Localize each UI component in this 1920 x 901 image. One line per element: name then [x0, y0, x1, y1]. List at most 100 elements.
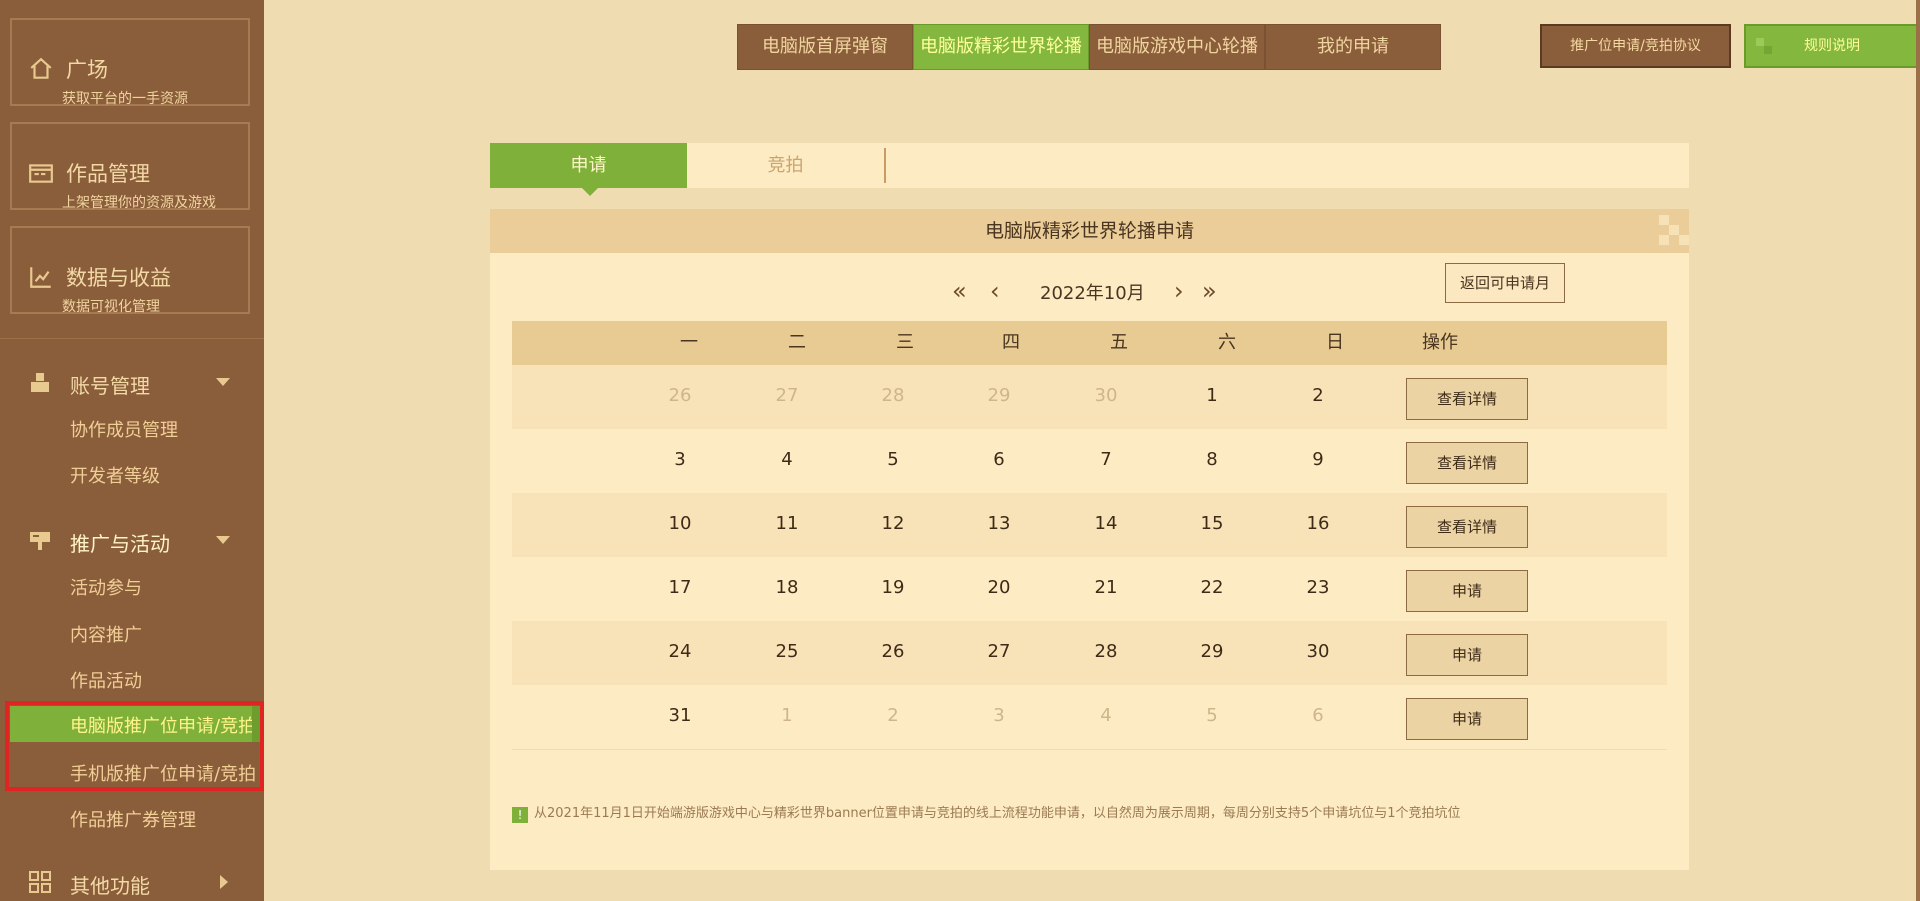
tab-my-applications[interactable]: 我的申请	[1265, 24, 1441, 70]
prev-month-icon[interactable]: ‹	[990, 277, 1000, 305]
tab-apply[interactable]: 申请	[490, 143, 687, 196]
sidebar-item-content-promo[interactable]: 内容推广	[70, 621, 142, 647]
back-to-available-month-button[interactable]: 返回可申请月	[1445, 263, 1565, 303]
panel-title: 电脑版精彩世界轮播申请	[490, 209, 1689, 253]
day-cell: 12	[881, 513, 905, 534]
day-cell: 30	[1094, 385, 1118, 406]
col-header: 日	[1326, 332, 1344, 353]
sidebar-item-pc-promo-slot[interactable]: 电脑版推广位申请/竞拍	[10, 706, 264, 742]
sidebar-item-collaborators[interactable]: 协作成员管理	[70, 416, 178, 442]
day-cell: 2	[887, 705, 899, 726]
chevron-down-icon	[216, 378, 230, 386]
day-cell: 19	[881, 577, 905, 598]
grid-icon	[29, 871, 51, 893]
day-cell: 16	[1306, 513, 1330, 534]
notice-text: 从2021年11月1日开始端游版游戏中心与精彩世界banner位置申请与竞拍的线…	[534, 806, 1461, 821]
day-cell: 28	[881, 385, 905, 406]
sidebar-card-square[interactable]: 广场 获取平台的一手资源	[10, 18, 250, 107]
sidebar-item-promo-coupons[interactable]: 作品推广券管理	[70, 806, 196, 832]
card-title: 广场	[66, 58, 108, 82]
sidebar-card-data[interactable]: 数据与收益 数据可视化管理	[10, 226, 250, 315]
notice-icon: !	[512, 807, 528, 823]
sidebar-group-account[interactable]: 账号管理	[0, 366, 264, 400]
row-action-button[interactable]: 申请	[1406, 698, 1528, 740]
last-page-icon[interactable]: »	[1202, 277, 1217, 305]
row-action-button[interactable]: 查看详情	[1406, 378, 1528, 420]
col-header: 操作	[1422, 332, 1458, 353]
tab-pc-splash[interactable]: 电脑版首屏弹窗	[737, 24, 913, 70]
agreement-button[interactable]: 推广位申请/竞拍协议	[1540, 24, 1731, 68]
day-cell: 25	[775, 641, 799, 662]
card-subtitle: 数据可视化管理	[62, 299, 160, 315]
day-cell: 3	[993, 705, 1005, 726]
day-cell: 22	[1200, 577, 1224, 598]
chevron-down-icon	[216, 536, 230, 544]
tab-pc-game-center-carousel[interactable]: 电脑版游戏中心轮播	[1089, 24, 1265, 70]
row-action-button[interactable]: 申请	[1406, 570, 1528, 612]
first-page-icon[interactable]: «	[952, 277, 967, 305]
day-cell: 3	[674, 449, 686, 470]
scrollbar-edge[interactable]	[1916, 0, 1920, 901]
group-label: 账号管理	[70, 374, 150, 398]
day-cell: 21	[1094, 577, 1118, 598]
day-cell: 20	[987, 577, 1011, 598]
sidebar-item-developer-level[interactable]: 开发者等级	[70, 462, 160, 488]
card-title: 作品管理	[66, 162, 150, 186]
sidebar-item-mobile-promo-slot[interactable]: 手机版推广位申请/竞拍	[70, 760, 256, 786]
day-cell: 7	[1100, 449, 1112, 470]
day-cell: 17	[668, 577, 692, 598]
tab-pc-world-carousel[interactable]: 电脑版精彩世界轮播	[913, 24, 1089, 70]
day-cell: 2	[1312, 385, 1324, 406]
rules-button[interactable]: 规则说明	[1744, 24, 1920, 68]
sidebar-group-promo[interactable]: 推广与活动	[0, 524, 264, 558]
day-cell: 26	[881, 641, 905, 662]
day-cell: 27	[987, 641, 1011, 662]
day-cell: 9	[1312, 449, 1324, 470]
col-header: 二	[788, 332, 806, 353]
sidebar-item-activity[interactable]: 活动参与	[70, 574, 142, 600]
table-row: 26 27 28 29 30 1 2 查看详情	[512, 365, 1667, 430]
tab-separator	[884, 148, 886, 183]
row-action-button[interactable]: 申请	[1406, 634, 1528, 676]
day-cell: 5	[1206, 705, 1218, 726]
current-month: 2022年10月	[1040, 283, 1145, 304]
day-cell: 6	[1312, 705, 1324, 726]
notice: ! 从2021年11月1日开始端游版游戏中心与精彩世界banner位置申请与竞拍的…	[512, 802, 1460, 823]
tab-label: 申请	[570, 155, 607, 176]
table-row: 31 1 2 3 4 5 6 申请	[512, 685, 1667, 750]
day-cell: 31	[668, 705, 692, 726]
sidebar-item-label: 电脑版推广位申请/竞拍	[70, 716, 257, 737]
user-box-icon	[31, 373, 49, 392]
day-cell: 4	[1100, 705, 1112, 726]
pointer-icon	[582, 188, 598, 196]
rules-button-label: 规则说明	[1804, 38, 1860, 54]
col-header: 四	[1002, 332, 1020, 353]
day-cell: 29	[1200, 641, 1224, 662]
pixel-decoration	[1764, 46, 1772, 54]
row-action-button[interactable]: 查看详情	[1406, 442, 1528, 484]
sidebar-group-other[interactable]: 其他功能	[0, 866, 264, 900]
pixel-decoration	[1659, 235, 1669, 245]
group-label: 其他功能	[70, 874, 150, 898]
day-cell: 29	[987, 385, 1011, 406]
top-tabs: 电脑版首屏弹窗 电脑版精彩世界轮播 电脑版游戏中心轮播 我的申请	[737, 24, 1441, 72]
chart-icon	[30, 267, 51, 288]
group-label: 推广与活动	[70, 532, 170, 556]
sidebar-item-works-activity[interactable]: 作品活动	[70, 667, 142, 693]
card-title: 数据与收益	[66, 266, 171, 290]
sidebar-card-works[interactable]: 作品管理 上架管理你的资源及游戏	[10, 122, 250, 211]
table-row: 17 18 19 20 21 22 23 申请	[512, 557, 1667, 622]
day-cell: 15	[1200, 513, 1224, 534]
table-row: 24 25 26 27 28 29 30 申请	[512, 621, 1667, 686]
day-cell: 26	[668, 385, 692, 406]
table-row: 10 11 12 13 14 15 16 查看详情	[512, 493, 1667, 558]
signboard-icon	[30, 532, 50, 550]
tab-bid[interactable]: 竞拍	[687, 143, 884, 188]
day-cell: 1	[781, 705, 793, 726]
next-month-icon[interactable]: ›	[1174, 277, 1184, 305]
card-subtitle: 获取平台的一手资源	[62, 91, 188, 107]
active-edge	[252, 706, 264, 742]
day-cell: 11	[775, 513, 799, 534]
row-action-button[interactable]: 查看详情	[1406, 506, 1528, 548]
calendar-panel: 电脑版精彩世界轮播申请 « ‹ 2022年10月 › » 返回可申请月 一 二 …	[490, 209, 1689, 870]
